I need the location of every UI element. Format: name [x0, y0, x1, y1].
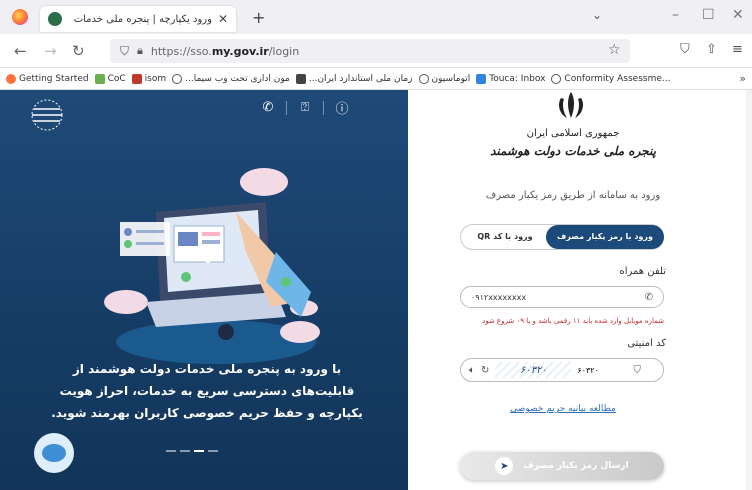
- reload-icon[interactable]: ↻: [72, 42, 85, 60]
- help-icon[interactable]: ⍰: [295, 100, 315, 115]
- refresh-captcha-icon[interactable]: ↻: [481, 365, 489, 376]
- login-panel: جمهوری اسلامی ایران پنجره ملی خدمات دولت…: [408, 90, 752, 490]
- phone-field[interactable]: ✆: [460, 286, 664, 308]
- forward-arrow-icon[interactable]: →: [44, 42, 57, 60]
- bookmark-item[interactable]: isom: [131, 73, 166, 84]
- touca-icon: [476, 73, 487, 84]
- send-otp-label: ارسال رمز یکبار مصرف: [523, 461, 629, 471]
- shield-icon[interactable]: ⛉: [120, 44, 129, 59]
- url-bar[interactable]: ⛉ 🔒︎ https://sso.my.gov.ir/login: [110, 39, 630, 63]
- bookmark-item[interactable]: ...مون اداری تحت وب سیما: [172, 73, 290, 84]
- carousel-dots: [166, 450, 218, 452]
- bookmark-star-icon[interactable]: ☆: [608, 42, 621, 58]
- carousel-dot[interactable]: [166, 450, 176, 452]
- bookmark-item[interactable]: CoC: [94, 73, 126, 84]
- phone-label: تلفن همراه: [619, 266, 666, 277]
- privacy-link[interactable]: مطالعه بیانیه حریم خصوصی: [508, 404, 618, 414]
- lock-icon[interactable]: 🔒︎: [137, 44, 143, 58]
- globe-icon: [418, 73, 429, 84]
- tab-qr-login[interactable]: ورود با کد QR: [467, 225, 543, 249]
- image-icon: [295, 73, 306, 84]
- minimize-button[interactable]: –: [672, 7, 679, 23]
- bookmark-item[interactable]: اتوماسیون: [418, 73, 470, 84]
- audio-captcha-icon[interactable]: 🔈︎: [469, 365, 475, 376]
- captcha-label: کد امنیتی: [627, 338, 666, 349]
- url-text[interactable]: https://sso.my.gov.ir/login: [151, 45, 299, 58]
- promo-panel: ✆ ⍰ ⓘ با ورود به پنجره ملی خدمات دولت هو…: [0, 90, 408, 490]
- pocket-icon[interactable]: ⛉: [680, 42, 690, 57]
- more-bookmarks-icon[interactable]: »: [739, 72, 746, 85]
- shield-check-icon: ⛉: [633, 364, 641, 376]
- gov-title-line1: جمهوری اسلامی ایران: [526, 128, 620, 139]
- phone-icon[interactable]: ✆: [258, 100, 278, 115]
- globe-logo-icon: [31, 99, 63, 131]
- tab-strip: ورود یکپارچه | پنجره ملی خدمات ✕ + ⌄ – ☐…: [0, 0, 752, 34]
- phone-hint: شماره موبایل وارد شده باید ۱۱ رقمی باشد …: [482, 317, 664, 325]
- divider: [286, 100, 287, 115]
- page-content: ✆ ⍰ ⓘ با ورود به پنجره ملی خدمات دولت هو…: [0, 90, 752, 490]
- carousel-dot[interactable]: [208, 450, 218, 452]
- iran-emblem-icon: [559, 92, 583, 118]
- navigation-bar: ← → ↻ ⛉ 🔒︎ https://sso.my.gov.ir/login ☆…: [0, 34, 752, 68]
- firefox-icon: [6, 73, 16, 84]
- list-tabs-icon[interactable]: ⌄: [592, 8, 602, 22]
- carousel-dot[interactable]: [180, 450, 190, 452]
- new-tab-button[interactable]: +: [252, 8, 265, 27]
- close-window-button[interactable]: ✕: [732, 7, 744, 23]
- divider: [323, 100, 324, 115]
- browser-window: ورود یکپارچه | پنجره ملی خدمات ✕ + ⌄ – ☐…: [0, 0, 752, 490]
- globe-icon: [551, 73, 562, 84]
- firefox-icon[interactable]: [12, 9, 28, 25]
- promo-line: یکپارچه و حفظ حریم خصوصی کاربران بهرمند …: [51, 406, 363, 420]
- bookmark-item[interactable]: Conformity Assessme...: [551, 73, 670, 84]
- login-subtitle: ورود به سامانه از طریق رمز یکبار مصرف: [485, 190, 661, 201]
- login-method-toggle: ورود با رمز یکبار مصرف ورود با کد QR: [460, 224, 664, 250]
- laptop-illustration: [104, 168, 320, 364]
- menu-icon[interactable]: ≡: [732, 42, 743, 57]
- chart-icon: [94, 73, 105, 84]
- promo-line: قابلیت‌های دسترسی سریع به خدمات، احراز ه…: [59, 384, 355, 398]
- scrollbar[interactable]: [746, 90, 752, 490]
- tab-otp-login[interactable]: ورود با رمز یکبار مصرف: [546, 225, 664, 249]
- bookmark-item[interactable]: ...زمان ملی استاندارد ایران: [295, 73, 413, 84]
- captcha-input[interactable]: [577, 365, 628, 375]
- chat-button[interactable]: [34, 433, 74, 473]
- bookmarks-bar: Getting Started CoC isom ...مون اداری تح…: [0, 68, 752, 90]
- carousel-dot-active[interactable]: [194, 450, 204, 452]
- back-arrow-icon[interactable]: ←: [14, 42, 27, 60]
- tab-close-icon[interactable]: ✕: [218, 12, 228, 26]
- globe-icon: [172, 73, 183, 84]
- promo-text: با ورود به پنجره ملی خدمات دولت هوشمند ا…: [40, 358, 374, 424]
- tab-active[interactable]: ورود یکپارچه | پنجره ملی خدمات ✕: [40, 6, 236, 32]
- chat-bubble-icon: [42, 444, 66, 462]
- captcha-field: 🔈︎ ↻ ۶۰۳۲۰ ⛉: [460, 358, 664, 382]
- chart-icon: [131, 73, 142, 84]
- bookmark-item[interactable]: Touca: Inbox: [476, 73, 545, 84]
- bookmark-item[interactable]: Getting Started: [6, 73, 89, 84]
- site-favicon-icon: [48, 12, 62, 26]
- phone-icon: ✆: [644, 291, 653, 303]
- send-otp-button[interactable]: ارسال رمز یکبار مصرف ➤: [460, 452, 664, 480]
- tab-title: ورود یکپارچه | پنجره ملی خدمات: [73, 13, 212, 25]
- promo-line: با ورود به پنجره ملی خدمات دولت هوشمند ا…: [72, 362, 342, 376]
- phone-input[interactable]: [471, 292, 591, 302]
- captcha-image: ۶۰۳۲۰: [495, 362, 572, 378]
- support-icons: ✆ ⍰ ⓘ: [258, 98, 352, 117]
- maximize-button[interactable]: ☐: [702, 7, 715, 23]
- send-icon: ➤: [495, 457, 514, 475]
- info-icon[interactable]: ⓘ: [332, 98, 352, 117]
- gov-title-line2: پنجره ملی خدمات دولت هوشمند: [490, 144, 656, 158]
- extensions-icon[interactable]: ⇧: [706, 42, 717, 57]
